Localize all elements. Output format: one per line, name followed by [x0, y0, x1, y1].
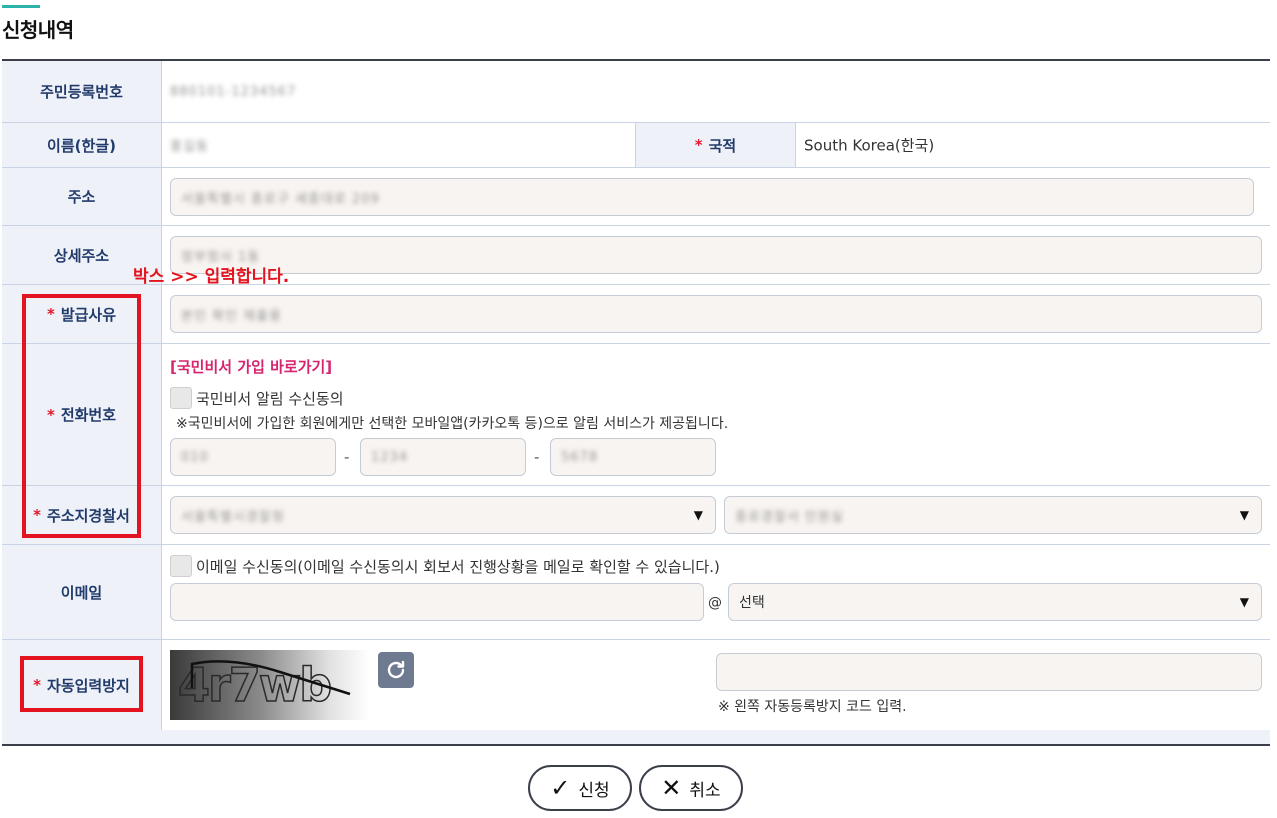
name-value: 홍길동	[170, 139, 209, 155]
apply-button[interactable]: ✓ 신청	[528, 765, 632, 811]
email-consent: 이메일 수신동의(이메일 수신동의시 회보서 진행상황을 메일로 확인할 수 있…	[170, 555, 720, 577]
row-address: 주소 서울특별시 종로구 세종대로 209	[2, 168, 1270, 226]
phone-input-2[interactable]: 1234	[360, 438, 526, 476]
check-icon: ✓	[550, 774, 571, 802]
caret-down-icon: ▼	[1239, 508, 1249, 522]
phone-notice: ※국민비서에 가입한 회원에게만 선택한 모바일앱(카카오톡 등)으로 알림 서…	[176, 416, 729, 432]
phone-consent: 국민비서 알림 수신동의	[170, 387, 344, 409]
police-region-select[interactable]: 서울특별시경찰청 ▼	[170, 496, 716, 534]
refresh-icon[interactable]	[378, 652, 414, 688]
row-name-nationality: 이름(한글) 홍길동 * 국적 South Korea(한국)	[2, 123, 1270, 168]
email-consent-label: 이메일 수신동의(이메일 수신동의시 회보서 진행상황을 메일로 확인할 수 있…	[196, 557, 720, 576]
email-id-input[interactable]	[170, 583, 704, 621]
cancel-button[interactable]: ✕ 취소	[639, 765, 743, 811]
phone-separator-1: -	[344, 448, 350, 466]
rrn-label: 주민등록번호	[2, 61, 162, 122]
rrn-value: 880101-1234567	[170, 84, 297, 99]
row-police: * 주소지경찰서 서울특별시경찰청 ▼ 종로경찰서 민원실 ▼	[2, 486, 1270, 545]
nationality-value: South Korea(한국)	[804, 136, 935, 155]
section-title: 신청내역	[2, 18, 74, 42]
name-label: 이름(한글)	[2, 123, 162, 167]
phone-consent-label: 국민비서 알림 수신동의	[196, 389, 344, 408]
row-captcha: * 자동입력방지 4r7wb ※ 왼쪽 자동등록방지 코드 입력.	[2, 640, 1270, 730]
row-phone: * 전화번호 [국민비서 가입 바로가기] 국민비서 알림 수신동의 ※국민비서에…	[2, 344, 1270, 486]
annotation-box-captcha	[20, 656, 143, 712]
row-rrn: 주민등록번호 880101-1234567	[2, 61, 1270, 123]
form-bottom-band	[2, 730, 1270, 746]
captcha-notice: ※ 왼쪽 자동등록방지 코드 입력.	[718, 699, 907, 715]
caret-down-icon: ▼	[1239, 595, 1249, 609]
phone-separator-2: -	[534, 448, 540, 466]
police-station-select[interactable]: 종로경찰서 민원실 ▼	[724, 496, 1262, 534]
captcha-input[interactable]	[716, 653, 1262, 691]
required-mark: *	[694, 136, 703, 154]
row-email: 이메일 이메일 수신동의(이메일 수신동의시 회보서 진행상황을 메일로 확인할…	[2, 545, 1270, 640]
captcha-noise-line	[190, 660, 351, 696]
detail-address-input[interactable]: 정부청사 1동	[170, 236, 1262, 274]
email-at-sign: @	[708, 595, 722, 611]
phone-input-1[interactable]: 010	[170, 438, 336, 476]
phone-consent-checkbox[interactable]	[170, 387, 192, 409]
captcha-image: 4r7wb	[170, 650, 370, 720]
email-domain-select[interactable]: 선택 ▼	[728, 583, 1262, 621]
row-reason: * 발급사유 본인 확인 제출용	[2, 285, 1270, 344]
section-accent-bar	[2, 5, 40, 8]
application-form: 주민등록번호 880101-1234567 이름(한글) 홍길동 * 국적 Sou…	[2, 59, 1270, 746]
annotation-box-required-group	[22, 294, 141, 538]
reason-input[interactable]: 본인 확인 제출용	[170, 295, 1262, 333]
email-consent-checkbox[interactable]	[170, 555, 192, 577]
caret-down-icon: ▼	[693, 508, 703, 522]
annotation-text: 박스 >> 입력합니다.	[133, 267, 290, 287]
address-input[interactable]: 서울특별시 종로구 세종대로 209	[170, 178, 1254, 216]
email-label: 이메일	[2, 545, 162, 639]
address-label: 주소	[2, 168, 162, 225]
phone-input-3[interactable]: 5678	[550, 438, 716, 476]
phone-join-link[interactable]: [국민비서 가입 바로가기]	[170, 356, 332, 377]
x-icon: ✕	[661, 774, 682, 802]
nationality-label: * 국적	[636, 123, 796, 167]
